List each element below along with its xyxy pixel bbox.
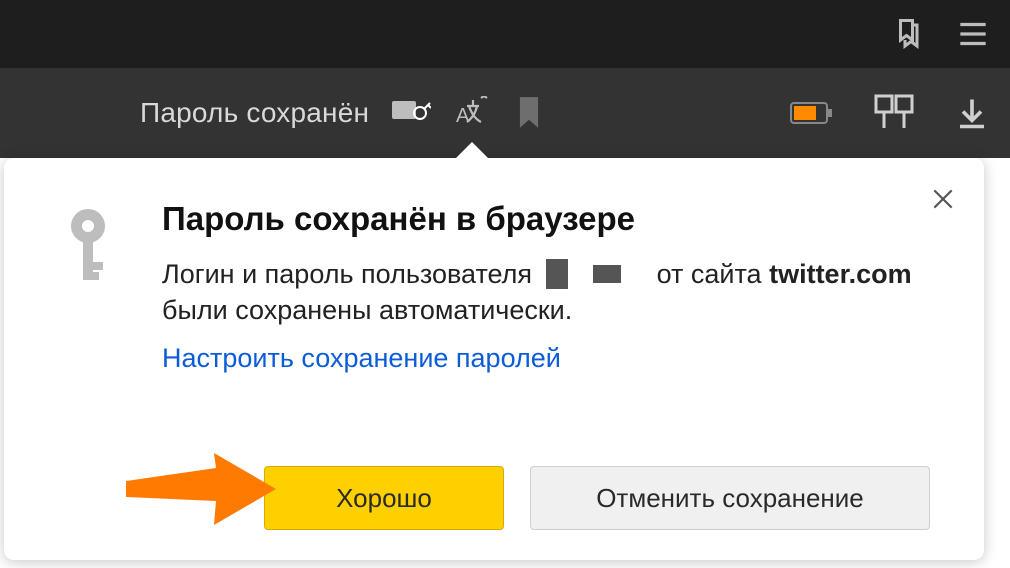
popup-caret [454,142,490,160]
annotation-arrow [126,453,276,530]
password-saved-popup: Пароль сохранён в браузере Логин и парол… [4,158,984,560]
password-saved-status: Пароль сохранён [140,97,369,129]
download-icon[interactable] [954,95,990,131]
top-toolbar [0,0,1010,68]
svg-text:A: A [456,105,470,127]
site-name: twitter.com [769,259,912,289]
popup-buttons: Хорошо Отменить сохранение [264,466,930,530]
cancel-save-button[interactable]: Отменить сохранение [530,466,930,530]
popup-body: Логин и пароль пользователя от сайта twi… [162,256,934,329]
redacted-username-1 [546,259,568,289]
address-bar-area: Пароль сохранён A [0,68,1010,158]
redacted-username-2 [593,265,621,283]
menu-icon[interactable] [954,15,992,53]
body-prefix: Логин и пароль пользователя [162,259,532,289]
address-bar-status: Пароль сохранён A [140,96,724,130]
bookmark-flat-icon[interactable] [515,96,543,130]
ok-button[interactable]: Хорошо [264,466,504,530]
password-settings-link[interactable]: Настроить сохранение паролей [162,343,934,374]
translate-icon[interactable]: A [453,96,493,130]
body-suffix: были сохранены автоматически. [162,295,572,325]
extensions-panel-icon[interactable] [874,94,914,132]
card-key-icon[interactable] [391,98,431,128]
bookmarks-icon[interactable] [890,16,926,52]
close-icon[interactable] [930,186,956,217]
popup-title: Пароль сохранён в браузере [162,200,934,238]
key-icon [54,200,122,374]
battery-icon[interactable] [790,100,834,126]
body-mid: от сайта [657,259,762,289]
